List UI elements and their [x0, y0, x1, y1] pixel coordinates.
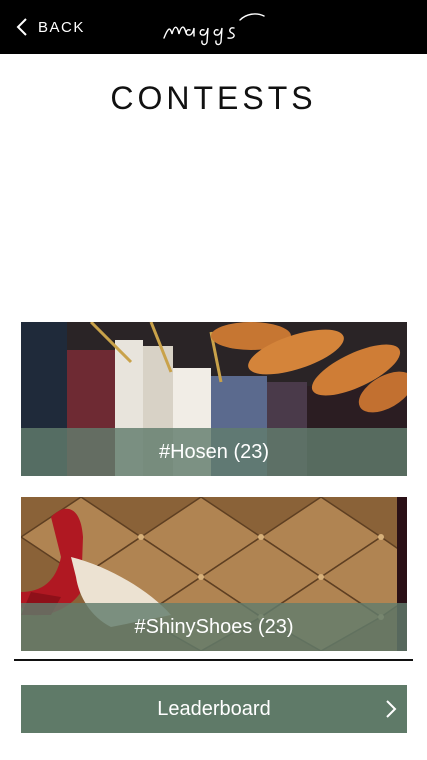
back-label: BACK [38, 18, 85, 36]
contest-label: #Hosen (23) [21, 428, 407, 476]
page-title: CONTESTS [110, 80, 317, 116]
chevron-left-icon [16, 18, 27, 36]
maggs-logo [163, 13, 265, 46]
back-button[interactable]: BACK [16, 13, 85, 41]
leaderboard-button[interactable]: Leaderboard [21, 685, 407, 733]
leaderboard-label: Leaderboard [157, 697, 271, 720]
chevron-right-icon [386, 700, 397, 718]
contest-card-hosen[interactable]: #Hosen (23) [21, 322, 407, 476]
divider [14, 659, 413, 661]
contest-label: #ShinyShoes (23) [21, 603, 407, 651]
contest-card-shinyshoes[interactable]: #ShinyShoes (23) [21, 497, 407, 651]
top-bar: BACK [0, 0, 427, 54]
